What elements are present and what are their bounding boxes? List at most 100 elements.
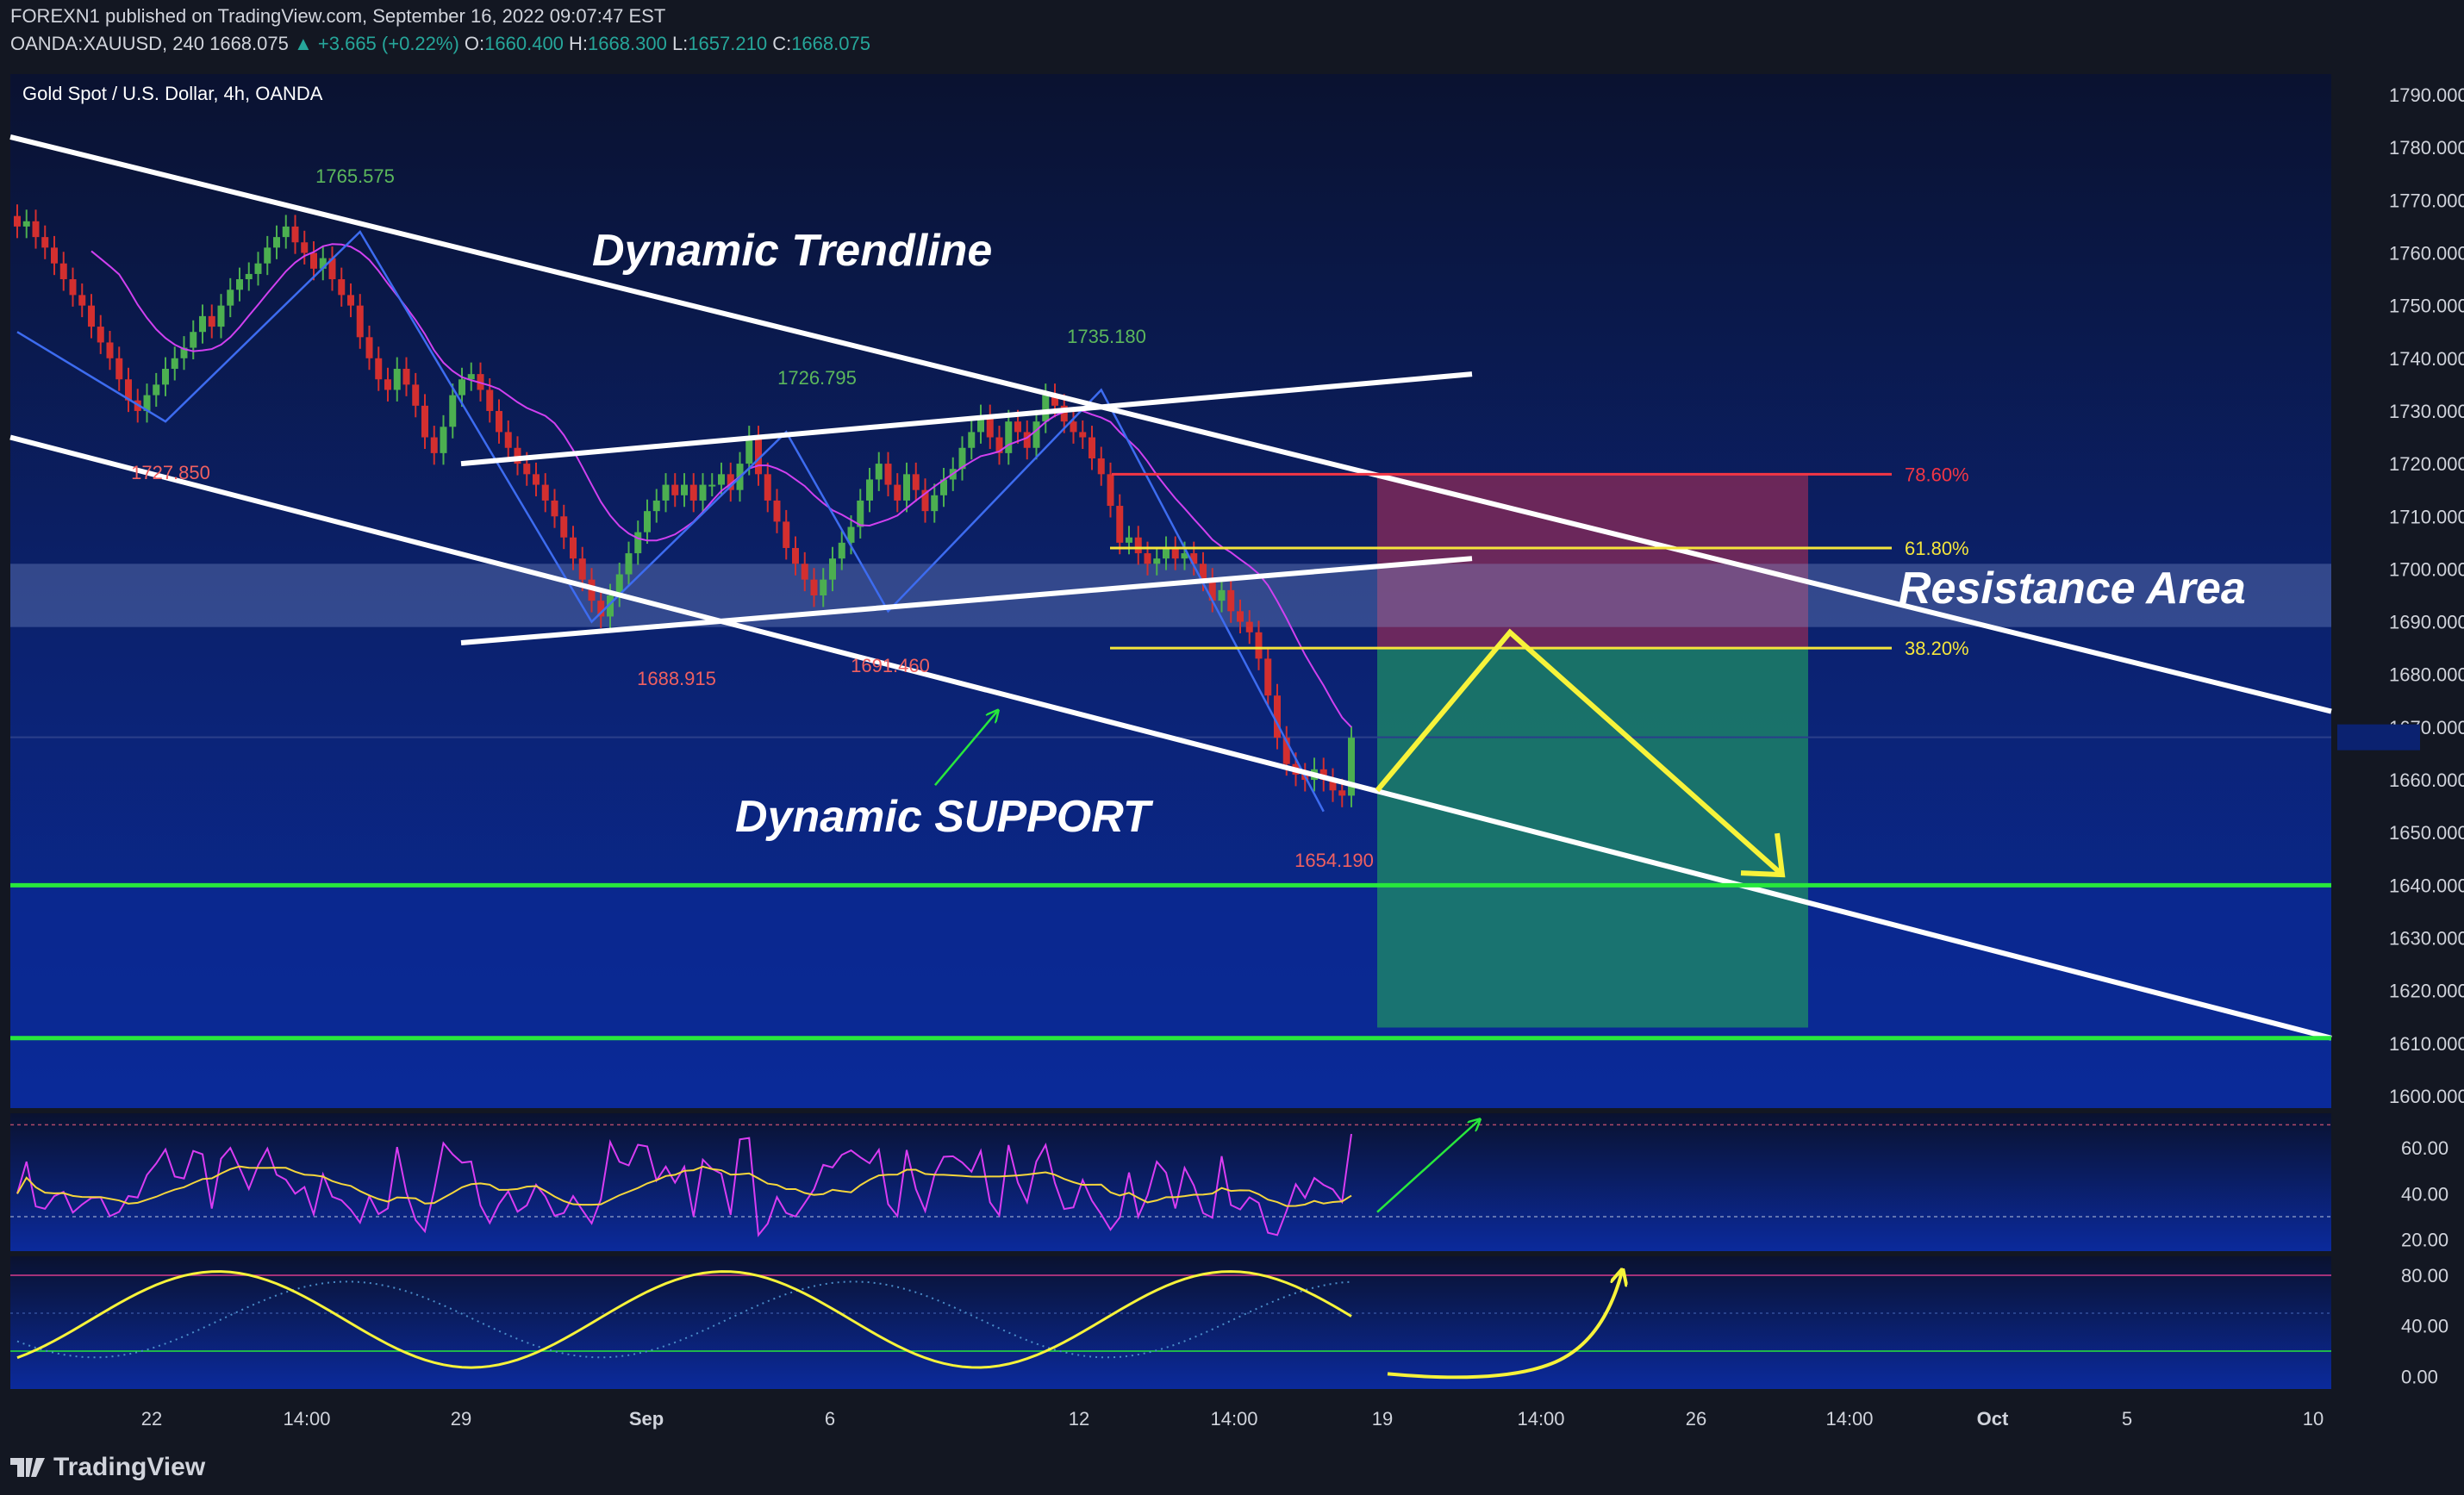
- candle-body[interactable]: [1264, 658, 1272, 696]
- candle-body[interactable]: [310, 252, 317, 269]
- candle-body[interactable]: [1070, 421, 1077, 433]
- candle-body[interactable]: [1237, 611, 1244, 622]
- candle-body[interactable]: [699, 484, 707, 501]
- candle-body[interactable]: [745, 437, 753, 464]
- candle-body[interactable]: [106, 342, 114, 358]
- candle-body[interactable]: [1107, 474, 1114, 507]
- candle-body[interactable]: [1116, 506, 1124, 543]
- candle-body[interactable]: [718, 474, 725, 485]
- candle-body[interactable]: [1042, 395, 1050, 422]
- candle-body[interactable]: [291, 226, 299, 243]
- candle-body[interactable]: [829, 558, 836, 580]
- candle-body[interactable]: [171, 358, 178, 370]
- candle-body[interactable]: [866, 479, 873, 501]
- candle-body[interactable]: [227, 290, 234, 306]
- candle-body[interactable]: [347, 295, 354, 306]
- candle-body[interactable]: [421, 405, 428, 438]
- candle-body[interactable]: [199, 315, 206, 333]
- candle-body[interactable]: [254, 263, 262, 274]
- candle-body[interactable]: [217, 305, 225, 327]
- candle-body[interactable]: [1032, 421, 1040, 448]
- candle-body[interactable]: [1153, 558, 1161, 564]
- candle-body[interactable]: [458, 379, 465, 396]
- tradingview-brand[interactable]: TradingView: [10, 1453, 205, 1482]
- chart-canvas[interactable]: 78.60% 61.80% 38.20% 1765.575 1727.850 1726.7…: [0, 0, 2464, 1495]
- candle-body[interactable]: [412, 384, 420, 406]
- candle-body[interactable]: [430, 437, 438, 453]
- candle-body[interactable]: [356, 305, 364, 338]
- candle-body[interactable]: [541, 484, 549, 501]
- candle-body[interactable]: [1005, 421, 1013, 453]
- candle-body[interactable]: [820, 579, 827, 595]
- candle-body[interactable]: [1144, 553, 1151, 564]
- candle-body[interactable]: [78, 295, 86, 306]
- candle-body[interactable]: [773, 500, 781, 522]
- candle-body[interactable]: [838, 542, 845, 559]
- candle-body[interactable]: [1097, 458, 1105, 475]
- candle-body[interactable]: [365, 337, 373, 358]
- candle-body[interactable]: [375, 358, 383, 380]
- candle-body[interactable]: [894, 484, 901, 501]
- candle-body[interactable]: [1079, 432, 1087, 438]
- candle-body[interactable]: [1255, 632, 1263, 659]
- candle-body[interactable]: [496, 410, 502, 433]
- candle-body[interactable]: [1218, 589, 1226, 601]
- candle-body[interactable]: [912, 474, 920, 490]
- candle-body[interactable]: [551, 500, 558, 517]
- candle-body[interactable]: [41, 237, 49, 248]
- candle-body[interactable]: [1134, 537, 1142, 554]
- candle-body[interactable]: [792, 547, 799, 564]
- candle-body[interactable]: [14, 215, 21, 227]
- candle-body[interactable]: [1023, 432, 1031, 448]
- candle-body[interactable]: [32, 221, 40, 238]
- candle-body[interactable]: [22, 221, 30, 227]
- candle-body[interactable]: [88, 305, 95, 327]
- candle-body[interactable]: [115, 358, 123, 380]
- candle-body[interactable]: [245, 273, 253, 280]
- candle-body[interactable]: [903, 474, 910, 501]
- candle-body[interactable]: [931, 495, 939, 512]
- candle-body[interactable]: [1089, 437, 1095, 458]
- candle-body[interactable]: [264, 247, 271, 264]
- candle-body[interactable]: [51, 247, 58, 264]
- candle-body[interactable]: [875, 464, 883, 480]
- candle-body[interactable]: [190, 332, 197, 348]
- candle-body[interactable]: [1126, 537, 1132, 543]
- candle-body[interactable]: [1163, 547, 1170, 559]
- candle-body[interactable]: [162, 369, 169, 385]
- candle-body[interactable]: [662, 484, 670, 501]
- candle-body[interactable]: [1227, 589, 1235, 612]
- candle-body[interactable]: [97, 327, 104, 343]
- candle-body[interactable]: [273, 237, 280, 248]
- candle-body[interactable]: [486, 389, 494, 411]
- candle-body[interactable]: [681, 484, 688, 495]
- candle-body[interactable]: [801, 564, 808, 580]
- candle-body[interactable]: [402, 369, 410, 385]
- candle-body[interactable]: [384, 379, 391, 390]
- candle-body[interactable]: [652, 500, 660, 512]
- candle-body[interactable]: [708, 484, 716, 487]
- candle-body[interactable]: [1171, 547, 1179, 559]
- candle-body[interactable]: [560, 516, 568, 538]
- candle-body[interactable]: [1014, 421, 1021, 433]
- candle-body[interactable]: [810, 579, 818, 595]
- candle-body[interactable]: [504, 432, 512, 448]
- candle-body[interactable]: [208, 315, 215, 327]
- candle-body[interactable]: [69, 279, 77, 296]
- candle-body[interactable]: [634, 532, 642, 554]
- candle-body[interactable]: [578, 558, 586, 580]
- candle-body[interactable]: [671, 484, 679, 495]
- candle-body[interactable]: [644, 511, 651, 533]
- candle-body[interactable]: [1245, 621, 1253, 632]
- candle-body[interactable]: [1338, 790, 1346, 796]
- candle-body[interactable]: [236, 279, 243, 290]
- candle-body[interactable]: [440, 427, 447, 453]
- candle-body[interactable]: [393, 369, 401, 390]
- candle-body[interactable]: [884, 464, 892, 485]
- candle-body[interactable]: [449, 395, 457, 427]
- candle-body[interactable]: [523, 464, 531, 475]
- candle-body[interactable]: [282, 226, 290, 238]
- candle-body[interactable]: [625, 553, 633, 575]
- candle-body[interactable]: [533, 474, 540, 485]
- candle-body[interactable]: [968, 432, 976, 448]
